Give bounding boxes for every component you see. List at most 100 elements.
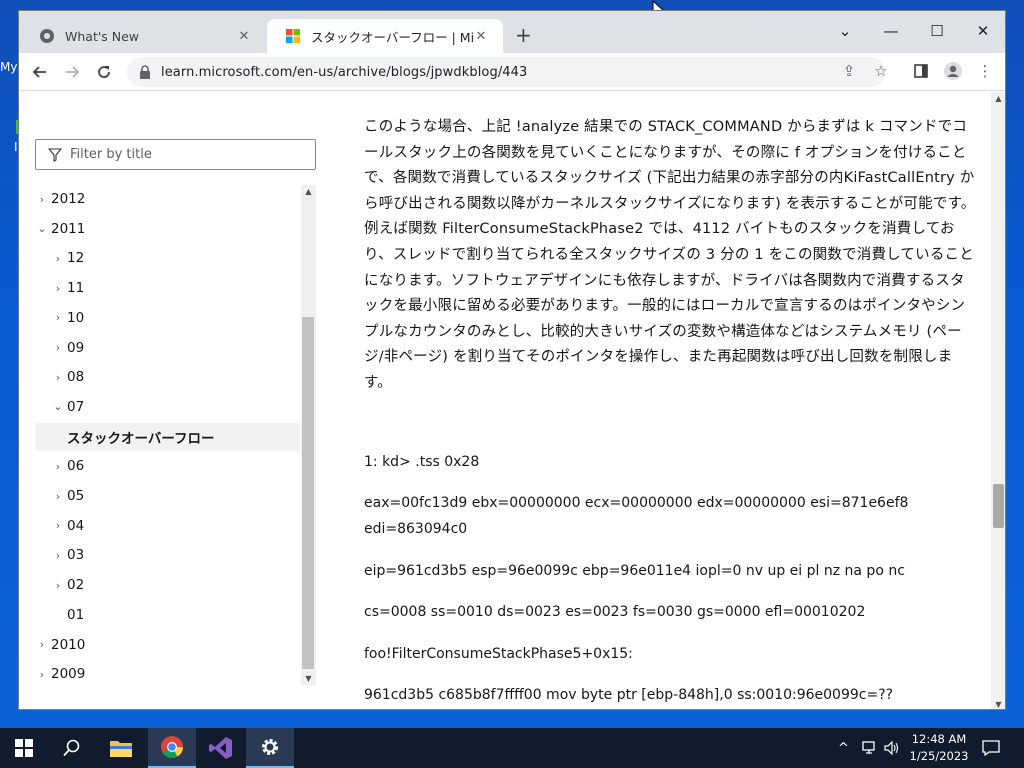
toc-item-label: 06 (67, 458, 85, 475)
toc-item-07[interactable]: ⌄ 07 (35, 393, 300, 421)
toc-item-05[interactable]: › 05 (35, 482, 300, 510)
chrome-taskbar-button[interactable] (148, 728, 196, 768)
chevron-right-icon: › (55, 341, 61, 354)
tab-strip: What's New ✕ スタックオーバーフロー | Microsoft Lea… (19, 11, 1005, 53)
side-panel-glyph-icon (914, 64, 928, 78)
file-explorer-button[interactable] (97, 728, 145, 768)
tab-title: What's New (65, 28, 140, 44)
page-content: Filter by title › 2012 ⌄ 2011 › 12 › 11 › 10 … (19, 92, 991, 709)
reload-icon (98, 66, 110, 78)
scroll-up-arrow-icon[interactable]: ▲ (301, 187, 316, 196)
url-text[interactable]: learn.microsoft.com/en-us/archive/blogs/… (161, 65, 527, 80)
toc-scrollbar-thumb[interactable] (302, 317, 314, 669)
toc-item-2010[interactable]: › 2010 (35, 631, 300, 659)
tab-search-button[interactable]: ⌄ (825, 17, 865, 45)
visual-studio-taskbar-button[interactable] (197, 728, 245, 768)
scroll-down-arrow-icon[interactable]: ▼ (301, 674, 316, 683)
chevron-right-icon: › (55, 548, 61, 562)
toc-item-label: 02 (67, 577, 85, 594)
toc-item-label: 10 (67, 309, 85, 326)
file-explorer-icon (110, 741, 132, 757)
code-line: 961cd3b5 c685b8f7ffff00 mov byte ptr [eb… (364, 687, 894, 703)
chevron-down-icon: ⌄ (53, 400, 63, 414)
toc-item-label: 05 (67, 488, 85, 504)
tab-stack-overflow[interactable]: スタックオーバーフロー | Microsoft Lea ✕ (267, 19, 503, 53)
toc-item-12[interactable]: › 12 (35, 244, 300, 272)
toc-item-03[interactable]: › 03 (35, 541, 300, 569)
page-scrollbar-thumb[interactable] (993, 484, 1004, 528)
close-tab-icon[interactable]: ✕ (473, 29, 489, 44)
chevron-right-icon: › (55, 251, 61, 265)
chevron-right-icon: › (39, 638, 45, 651)
address-bar[interactable]: learn.microsoft.com/en-us/archive/blogs/… (127, 57, 885, 87)
toc-item-08[interactable]: › 08 (35, 363, 300, 391)
clock-time: 12:48 AM (911, 732, 967, 746)
search-icon (63, 739, 80, 757)
bookmark-star-icon[interactable]: ☆ (869, 59, 893, 83)
toc-scrollbar[interactable]: ▲ ▼ (301, 185, 316, 685)
reload-button[interactable] (91, 59, 117, 85)
clock-date: 1/25/2023 (909, 749, 969, 763)
article-paragraph: このような場合、上記 !analyze 結果での STACK_COMMAND か… (364, 119, 976, 391)
taskbar-clock[interactable]: 12:48 AM 1/25/2023 (900, 731, 978, 765)
toc-item-06[interactable]: › 06 (35, 452, 300, 480)
share-icon[interactable]: ⇪ (837, 59, 861, 83)
filter-icon (48, 147, 62, 162)
chevron-right-icon: › (55, 459, 61, 473)
lock-icon[interactable] (139, 65, 151, 79)
back-button[interactable] (27, 59, 53, 85)
chevron-right-icon: › (55, 370, 61, 384)
tray-overflow-chevron[interactable]: ^ (838, 728, 849, 768)
article-body: このような場合、上記 !analyze 結果での STACK_COMMAND か… (364, 115, 976, 703)
toc-item-label: 09 (67, 339, 85, 356)
toc-item-02[interactable]: › 02 (35, 571, 300, 599)
taskbar-search-button[interactable] (48, 728, 96, 768)
chevron-right-icon: › (55, 281, 61, 295)
toc-item-04[interactable]: › 04 (35, 512, 300, 540)
toc-item-stack-overflow[interactable]: スタックオーバーフロー (35, 422, 300, 451)
speaker-glyph-icon (884, 741, 899, 755)
table-of-contents: › 2012 ⌄ 2011 › 12 › 11 › 10 › 09 › 08 ⌄ 07 スタック… (35, 185, 317, 685)
network-glyph-icon (862, 741, 875, 754)
toc-item-2009[interactable]: › 2009 (35, 660, 300, 685)
volume-icon[interactable] (884, 728, 900, 768)
close-window-button[interactable]: ✕ (963, 17, 1003, 45)
start-button[interactable] (0, 728, 48, 768)
scroll-down-arrow-icon[interactable]: ▼ (991, 700, 1005, 709)
minimize-button[interactable]: — (871, 17, 911, 45)
toc-item-2011[interactable]: ⌄ 2011 (35, 215, 300, 243)
page-scrollbar[interactable]: ▲ ▼ (991, 92, 1005, 709)
toc-item-label: 2012 (51, 191, 86, 207)
toc-item-2012[interactable]: › 2012 (35, 185, 300, 213)
maximize-button[interactable]: ☐ (917, 17, 957, 45)
toc-item-09[interactable]: › 09 (35, 334, 300, 362)
filter-by-title-input[interactable]: Filter by title (35, 139, 316, 170)
toc-item-01[interactable]: 01 (35, 601, 300, 629)
chevron-right-icon: › (55, 519, 61, 533)
forward-button[interactable] (59, 59, 85, 85)
chevron-right-icon: › (55, 489, 61, 503)
profile-avatar-icon[interactable] (941, 59, 965, 83)
back-arrow-icon (32, 66, 46, 78)
taskbar: ^ 12:48 AM 1/25/2023 (0, 728, 1024, 768)
notifications-icon[interactable] (982, 728, 1000, 768)
toc-item-11[interactable]: › 11 (35, 274, 300, 302)
chevron-right-icon: › (39, 667, 45, 681)
windows-start-icon (15, 739, 33, 757)
code-line: edi=863094c0 (364, 521, 468, 537)
close-tab-icon[interactable]: ✕ (236, 29, 252, 44)
scroll-up-arrow-icon[interactable]: ▲ (991, 94, 1005, 103)
side-panel-icon[interactable] (909, 59, 933, 83)
tab-whats-new[interactable]: What's New ✕ (21, 19, 266, 53)
chevron-right-icon: › (55, 578, 61, 592)
toc-item-10[interactable]: › 10 (35, 304, 300, 332)
code-line: foo!FilterConsumeStackPhase5+0x15: (364, 646, 633, 662)
more-menu-icon[interactable]: ⋮ (973, 59, 997, 83)
settings-taskbar-button[interactable] (246, 728, 294, 768)
new-tab-button[interactable]: + (515, 25, 532, 45)
code-line: 1: kd> .tss 0x28 (364, 454, 480, 470)
code-line: eip=961cd3b5 esp=96e0099c ebp=96e011e4 i… (364, 563, 905, 579)
network-icon[interactable] (862, 728, 878, 768)
code-line: cs=0008 ss=0010 ds=0023 es=0023 fs=0030 … (364, 604, 866, 620)
chrome-favicon-icon (40, 29, 54, 43)
